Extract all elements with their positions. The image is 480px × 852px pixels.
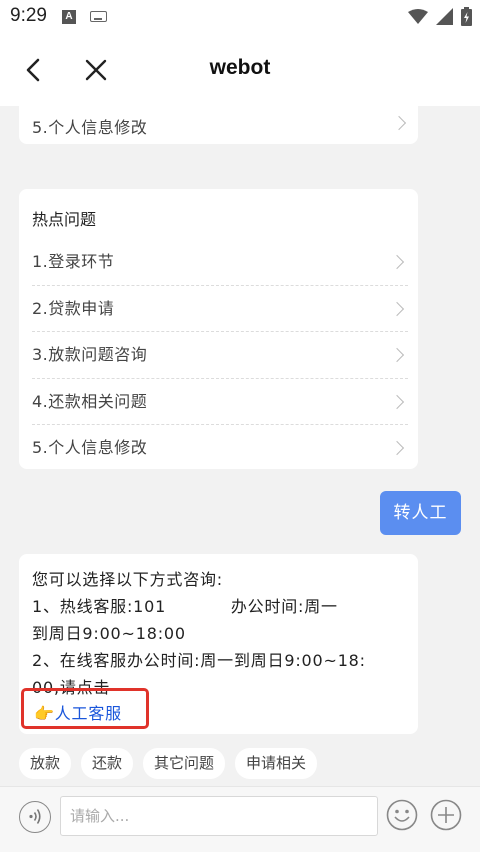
info-line: 1、热线客服:101 办公时间:周一 [32, 597, 338, 616]
nav-bar: webot [0, 34, 480, 106]
menu-item-label[interactable]: 5.个人信息修改 [32, 114, 147, 138]
hot-question-label: 1.登录环节 [32, 252, 115, 271]
chevron-right-icon [389, 394, 405, 409]
quick-reply-chip[interactable]: 放款 [19, 748, 72, 779]
hot-question-label: 4.还款相关问题 [32, 391, 148, 411]
chevron-right-icon [389, 440, 405, 456]
page-title: webot [209, 56, 271, 79]
hot-question-label: 5.个人信息修改 [32, 438, 148, 457]
hot-questions-title: 热点问题 [32, 210, 97, 229]
hot-question-label: 2.贷款申请 [32, 298, 115, 318]
hot-questions-list: 1.登录环节 2.贷款申请 3.放款问题咨询 4.还款相关问题 5.个人信息修改 [32, 239, 408, 472]
hot-question-item[interactable]: 1.登录环节 [32, 239, 408, 286]
info-line: 您可以选择以下方式咨询: [32, 570, 223, 589]
info-line: 2、在线客服办公时间:周一到周日9:00~18: [32, 651, 366, 670]
quick-reply-chip[interactable]: 还款 [81, 748, 134, 779]
quick-reply-chip[interactable]: 申请相关 [235, 748, 318, 779]
plus-icon[interactable] [430, 799, 462, 831]
human-service-link[interactable]: 👉人工客服 [34, 700, 122, 724]
a-notification-icon: A [62, 10, 76, 24]
menu-card-partial: 5.个人信息修改 [19, 106, 418, 144]
chevron-right-icon [389, 301, 405, 316]
hot-question-item[interactable]: 3.放款问题咨询 [32, 332, 408, 379]
human-service-label: 人工客服 [54, 704, 122, 723]
message-input[interactable] [60, 796, 378, 836]
emoji-icon[interactable] [386, 799, 418, 831]
chevron-right-icon [389, 347, 405, 363]
chat-area[interactable]: 5.个人信息修改 热点问题 1.登录环节 2.贷款申请 3.放款问题咨询 4.还… [0, 106, 480, 786]
chevron-right-icon [389, 254, 405, 270]
pointing-hand-icon: 👉 [34, 704, 55, 723]
hot-question-label: 3.放款问题咨询 [32, 345, 148, 364]
status-time: 9:29 [10, 5, 47, 26]
voice-icon[interactable] [19, 801, 51, 833]
contact-info-card: 您可以选择以下方式咨询: 1、热线客服:101 办公时间:周一 到周日9:00~… [19, 554, 418, 734]
human-service-highlight: 👉人工客服 [21, 688, 149, 729]
quick-reply-chip[interactable]: 其它问题 [143, 748, 226, 779]
hot-question-item[interactable]: 2.贷款申请 [32, 286, 408, 332]
user-message-bubble: 转人工 [380, 491, 461, 535]
wifi-icon [408, 8, 428, 24]
quick-replies: 放款 还款 其它问题 申请相关 [19, 748, 318, 779]
keyboard-icon [90, 11, 107, 22]
status-icons [408, 7, 472, 26]
battery-icon [461, 7, 472, 26]
hot-question-item[interactable]: 4.还款相关问题 [32, 379, 408, 425]
info-line: 到周日9:00~18:00 [32, 624, 186, 643]
input-bar [0, 786, 480, 852]
hot-questions-card: 热点问题 1.登录环节 2.贷款申请 3.放款问题咨询 4.还款相关问题 5.个… [19, 189, 418, 469]
status-bar: 9:29 A [0, 0, 480, 34]
hot-question-item[interactable]: 5.个人信息修改 [32, 425, 408, 472]
chevron-right-icon [391, 115, 407, 131]
signal-icon [436, 8, 453, 25]
